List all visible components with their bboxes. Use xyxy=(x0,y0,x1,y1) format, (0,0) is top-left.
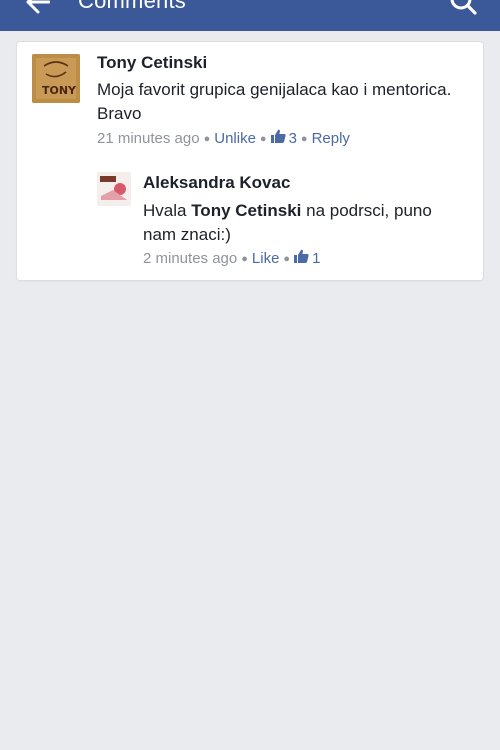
unlike-button[interactable]: Unlike xyxy=(214,130,256,148)
comment-timestamp[interactable]: 21 minutes ago xyxy=(97,130,200,148)
reply-text: Hvala Tony Cetinski na podrsci, puno nam… xyxy=(143,199,463,247)
svg-text:TONY: TONY xyxy=(42,84,77,97)
separator-dot: ● xyxy=(259,132,267,145)
like-button[interactable]: Like xyxy=(252,250,280,268)
comment-text: Moja favorit grupica genijalaca kao i me… xyxy=(97,80,452,123)
separator-dot: ● xyxy=(283,252,291,265)
separator-dot: ● xyxy=(300,132,308,145)
back-arrow-icon[interactable] xyxy=(24,0,50,18)
reply-meta: 2 minutes ago ● Like ● 1 xyxy=(143,249,320,268)
page-title: Comments xyxy=(78,0,186,13)
avatar-image xyxy=(97,172,131,206)
thumbs-up-icon xyxy=(270,129,286,143)
separator-dot: ● xyxy=(241,252,248,265)
reply-button[interactable]: Reply xyxy=(312,130,350,148)
search-icon[interactable] xyxy=(449,0,477,17)
mention-link[interactable]: Tony Cetinski xyxy=(191,201,301,220)
comment-author[interactable]: Tony Cetinski xyxy=(97,53,207,73)
reply-timestamp[interactable]: 2 minutes ago xyxy=(143,250,237,268)
avatar-image: TONY xyxy=(32,54,80,103)
reply-avatar[interactable] xyxy=(97,172,131,206)
like-count[interactable]: 1 xyxy=(294,249,320,268)
reply-author[interactable]: Aleksandra Kovac xyxy=(143,173,290,193)
thumbs-up-icon xyxy=(294,249,309,263)
top-bar: Comments xyxy=(0,0,500,31)
avatar[interactable]: TONY xyxy=(32,54,80,103)
comment-meta: 21 minutes ago ● Unlike ● 3 ● Reply xyxy=(97,129,350,148)
like-count[interactable]: 3 xyxy=(270,129,297,148)
reply-text-prefix: Hvala xyxy=(143,201,192,220)
comments-card: TONY Tony Cetinski Moja favorit grupica … xyxy=(17,42,483,280)
separator-dot: ● xyxy=(203,132,211,145)
